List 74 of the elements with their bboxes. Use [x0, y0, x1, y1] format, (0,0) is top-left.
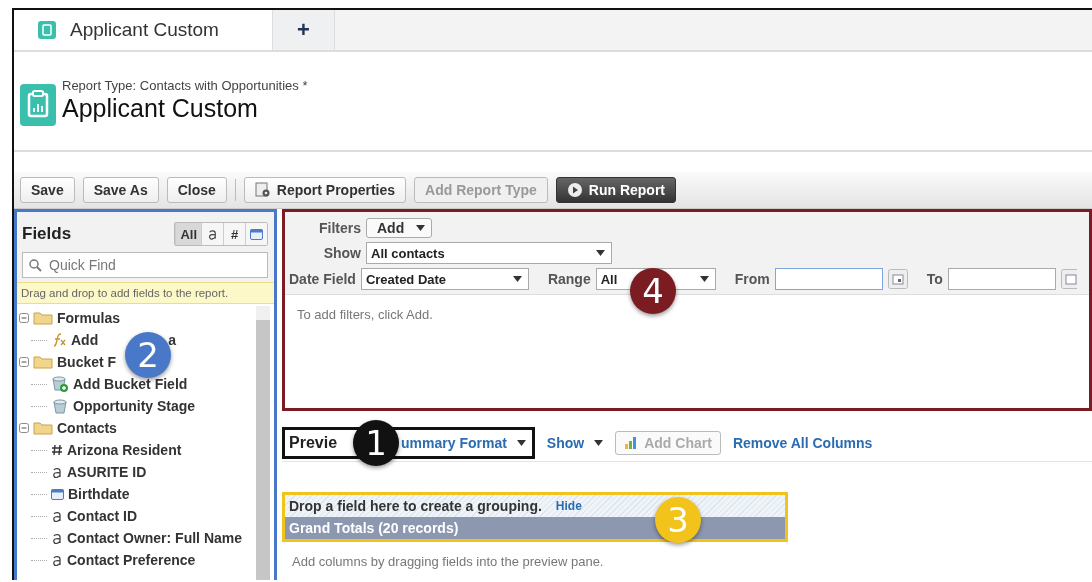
show-dropdown[interactable]: Show: [546, 435, 604, 451]
filters-label: Filters: [318, 220, 361, 236]
field-item[interactable]: ASURITE ID: [67, 464, 147, 480]
new-tab[interactable]: +: [273, 10, 335, 50]
columns-hint: Add columns by dragging fields into the preview pane.: [292, 554, 605, 569]
report-type-label: Report Type: Contacts with Opportunities *: [62, 78, 308, 93]
date-field-select[interactable]: Created Date: [360, 268, 529, 290]
hash-icon: [51, 444, 63, 456]
play-icon: [566, 182, 583, 198]
date-field-label: Date Field: [289, 271, 356, 287]
toolbar-button[interactable]: Save: [20, 177, 75, 203]
range-label: Range: [547, 271, 591, 287]
callout-marker: 1: [353, 420, 399, 466]
report-tab[interactable]: Applicant Custom: [14, 10, 273, 50]
to-label: To: [926, 271, 943, 287]
field-item[interactable]: Contact ID: [67, 508, 137, 524]
field-item[interactable]: Add: [71, 332, 99, 348]
report-icon: [38, 21, 56, 39]
folder-icon: [33, 311, 53, 325]
report-title: Applicant Custom: [62, 94, 259, 123]
text-type-icon: [207, 228, 218, 240]
field-item[interactable]: Add Bucket Field: [73, 376, 188, 392]
field-item[interactable]: Birthdate: [68, 486, 130, 502]
to-date-field[interactable]: [947, 268, 1056, 290]
text-type-icon: [51, 532, 63, 544]
from-date-field[interactable]: [774, 268, 883, 290]
field-item[interactable]: Contact Preference: [67, 552, 196, 568]
collapse-toggle[interactable]: [19, 313, 29, 323]
scrollbar[interactable]: [256, 306, 270, 580]
bucket-add-icon: [51, 375, 69, 393]
show-label: Show: [322, 245, 361, 261]
toolbar-button[interactable]: Report Properties: [243, 177, 407, 203]
folder-label[interactable]: Contacts: [57, 420, 117, 436]
report-icon: [20, 84, 56, 126]
formula-icon: [51, 333, 67, 347]
show-select[interactable]: All contacts: [366, 242, 612, 264]
date-filter-button[interactable]: [245, 223, 267, 245]
from-label: From: [734, 271, 770, 287]
text-filter-button[interactable]: [201, 223, 223, 245]
format-dropdown[interactable]: ummary Format: [401, 435, 526, 451]
folder-icon: [33, 421, 53, 435]
toolbar-button[interactable]: Close: [166, 177, 227, 203]
folder-label[interactable]: Bucket F: [57, 354, 117, 370]
folder-icon: [33, 355, 53, 369]
preview-label: Previe: [289, 434, 338, 452]
search-icon: [29, 259, 42, 272]
bucket-icon: [51, 397, 69, 415]
caret-icon: [512, 276, 522, 282]
search-field[interactable]: Quick Find: [22, 252, 268, 278]
bar-chart-icon: [624, 436, 639, 450]
text-type-icon: [51, 554, 63, 566]
caret-icon: [594, 440, 604, 446]
collapse-toggle[interactable]: [19, 357, 29, 367]
type-filter-button[interactable]: #: [223, 223, 245, 245]
hide-link[interactable]: Hide: [555, 499, 582, 513]
drag-hint: Drag and drop to add fields to the report.: [17, 282, 274, 304]
field-item[interactable]: Contact Owner: Full Name: [67, 530, 243, 546]
folder-label[interactable]: Formulas: [57, 310, 120, 326]
grouping-hint: Drop a field here to create a grouping.: [289, 498, 542, 514]
caret-icon: [699, 276, 709, 282]
text-type-icon: [51, 510, 63, 522]
toolbar-button[interactable]: Run Report: [555, 177, 676, 203]
caret-icon: [516, 440, 526, 446]
add-filter-button[interactable]: Add: [366, 218, 433, 238]
field-item[interactable]: Opportunity Stage: [73, 398, 196, 414]
type-filter-button[interactable]: All: [175, 223, 201, 245]
field-item[interactable]: Arizona Resident: [67, 442, 182, 458]
empty-filters-text: To add filters, click Add.: [297, 307, 433, 322]
remove-columns-link[interactable]: Remove All Columns: [732, 435, 873, 451]
caret-icon: [596, 250, 605, 256]
collapse-toggle[interactable]: [19, 423, 29, 433]
fields-heading: Fields: [22, 224, 72, 244]
toolbar-button[interactable]: Save As: [82, 177, 159, 203]
text-type-icon: [51, 466, 63, 478]
